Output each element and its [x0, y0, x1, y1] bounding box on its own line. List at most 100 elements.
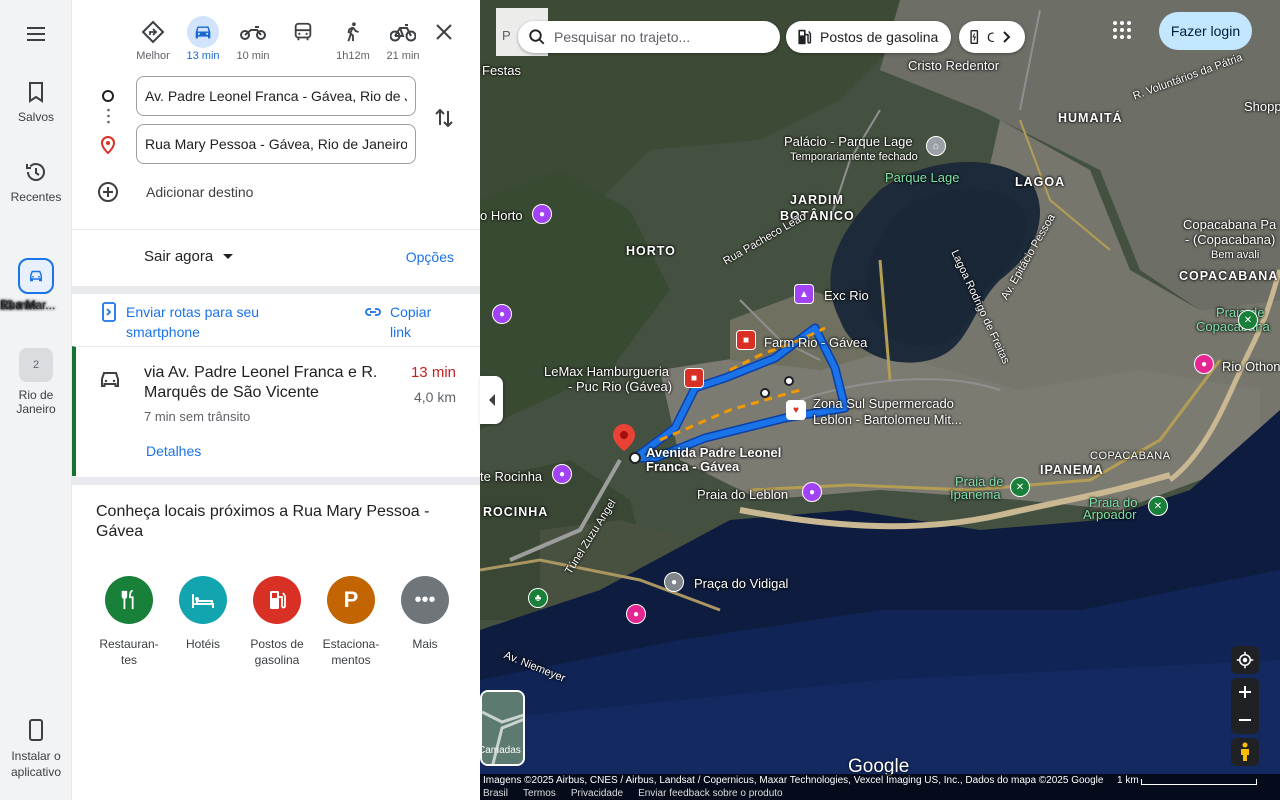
install-app-button[interactable]: Instalar o aplicativo [0, 718, 72, 780]
route-card[interactable]: via Av. Padre Leonel Franca e R. Marquês… [72, 346, 480, 476]
category-parking[interactable]: P Estaciona-mentos [314, 576, 388, 668]
gas-stations-chip[interactable]: Postos de gasolina [786, 21, 951, 53]
mode-car[interactable]: 13 min [178, 16, 228, 64]
map-label: Festas [482, 63, 522, 78]
search-along-route[interactable] [518, 21, 780, 53]
category-restaurants[interactable]: Restauran-tes [92, 576, 166, 668]
close-icon[interactable] [432, 20, 456, 44]
hotel-icon [179, 576, 227, 624]
scale-bar [1141, 779, 1257, 785]
apps-grid-icon[interactable] [1112, 20, 1132, 40]
map-label: Bem avali [1211, 249, 1260, 261]
recent-route-item[interactable]: Rua Mar... 13 min [0, 258, 72, 312]
category-more[interactable]: ••• Mais [388, 576, 462, 668]
hotel-poi-icon[interactable]: ● [626, 604, 646, 624]
leave-now-dropdown[interactable]: Sair agora [144, 248, 234, 265]
route-details-link[interactable]: Detalhes [146, 443, 201, 459]
mode-best[interactable]: Melhor [128, 16, 178, 64]
bike-icon [390, 24, 416, 42]
my-location-icon [1236, 651, 1254, 669]
map-label: Praia do Leblon [697, 487, 789, 502]
map-label: Exc Rio [824, 288, 869, 303]
my-location-button[interactable] [1231, 646, 1259, 674]
route-no-traffic: 7 min sem trânsito [144, 409, 251, 424]
route-distance: 4,0 km [413, 389, 456, 405]
collapse-panel-button[interactable] [480, 376, 503, 424]
map-label: Palácio - Parque Lage [784, 134, 913, 149]
layers-button[interactable]: Camadas [480, 690, 525, 766]
hotel-poi-icon[interactable]: ● [1194, 354, 1214, 374]
attraction-poi-icon[interactable]: ● [552, 464, 572, 484]
favorite-poi-icon[interactable]: ♥ [786, 400, 806, 420]
zoom-out-button[interactable] [1231, 706, 1259, 734]
mode-walk[interactable]: 1h12m [328, 16, 378, 64]
divider [72, 229, 480, 230]
beach-poi-icon[interactable]: ✕ [1010, 477, 1030, 497]
attraction-poi-icon[interactable]: ● [802, 482, 822, 502]
mode-best-label: Melhor [136, 50, 170, 62]
add-destination-button[interactable]: Adicionar destino [96, 180, 253, 204]
travel-modes: Melhor 13 min 10 min 1h12m 21 min [128, 16, 428, 64]
park-poi-icon[interactable]: ♣ [528, 588, 548, 608]
restaurant-icon [105, 576, 153, 624]
mode-motorcycle[interactable]: 10 min [228, 16, 278, 64]
swap-icon[interactable] [432, 106, 456, 130]
footer-link-privacy[interactable]: Privacidade [571, 788, 623, 799]
map-canvas[interactable]: Festas Cristo Redentor HUMAITÁ Shopping … [480, 0, 1280, 800]
footer-link-terms[interactable]: Termos [523, 788, 556, 799]
dotted-line-icon [107, 108, 110, 124]
recent-button[interactable]: Recentes [0, 160, 72, 204]
map-label: Franca - Gávea [646, 459, 740, 474]
beach-poi-icon[interactable]: ✕ [1238, 310, 1258, 330]
add-destination-label: Adicionar destino [146, 184, 254, 200]
street-view-pegman[interactable] [1231, 738, 1259, 766]
zoom-in-button[interactable] [1231, 678, 1259, 706]
footer-link-feedback[interactable]: Enviar feedback sobre o produto [638, 788, 783, 799]
send-to-phone-button[interactable]: Enviar rotas para seu smartphone [102, 302, 286, 342]
place-poi-icon[interactable]: ● [664, 572, 684, 592]
restaurant-poi-icon[interactable]: ■ [684, 368, 704, 388]
map-label: Ipanema [950, 487, 1001, 502]
car-icon [18, 258, 54, 294]
menu-icon [27, 27, 45, 41]
menu-button[interactable] [0, 22, 72, 52]
store-poi-icon[interactable]: ■ [736, 330, 756, 350]
map-label: JARDIM [790, 193, 844, 207]
mode-motorcycle-label: 10 min [236, 50, 270, 62]
gas-station-icon [798, 29, 812, 45]
mode-transit[interactable] [278, 16, 328, 64]
leave-now-label: Sair agora [144, 248, 214, 265]
saved-button[interactable]: Salvos [0, 80, 72, 124]
map-label: Cristo Redentor [908, 58, 1000, 73]
search-input[interactable] [554, 29, 754, 45]
category-gas-label: Postos de gasolina [250, 637, 304, 667]
left-rail: Salvos Recentes Rua Mar... 13 min 2 Rio … [0, 0, 72, 800]
place-label: Rio de Janeiro [16, 388, 56, 416]
footer-link-country[interactable]: Brasil [483, 788, 508, 799]
beach-poi-icon[interactable]: ✕ [1148, 496, 1168, 516]
destination-input[interactable] [136, 124, 416, 164]
map-label: LeMax Hamburgueria [544, 364, 670, 379]
recent-place-item[interactable]: 2 Rio de Janeiro [0, 348, 72, 416]
best-route-icon [141, 20, 165, 44]
landmark-poi-icon[interactable]: ⌂ [926, 136, 946, 156]
chevron-left-icon [488, 394, 495, 406]
category-hotels[interactable]: Hotéis [166, 576, 240, 668]
chips-next-button[interactable] [993, 23, 1021, 51]
attraction-poi-icon[interactable]: ● [532, 204, 552, 224]
options-button[interactable]: Opções [406, 249, 454, 265]
map-label: HUMAITÁ [1058, 111, 1123, 125]
copy-link-button[interactable]: Copiar link [364, 302, 450, 342]
login-button[interactable]: Fazer login [1159, 12, 1252, 50]
bookmark-icon [29, 82, 43, 103]
caret-down-icon [223, 254, 234, 259]
origin-input[interactable] [136, 76, 416, 116]
stadium-poi-icon[interactable]: ▲ [794, 284, 814, 304]
category-hotels-label: Hotéis [185, 637, 220, 651]
map-label: Copacabana [1196, 319, 1270, 334]
gas-stations-chip-label: Postos de gasolina [820, 29, 939, 45]
attraction-poi-icon[interactable]: ● [492, 304, 512, 324]
mode-bike[interactable]: 21 min [378, 16, 428, 64]
install-label: Instalar o aplicativo [10, 749, 62, 779]
category-gas-stations[interactable]: Postos de gasolina [240, 576, 314, 668]
